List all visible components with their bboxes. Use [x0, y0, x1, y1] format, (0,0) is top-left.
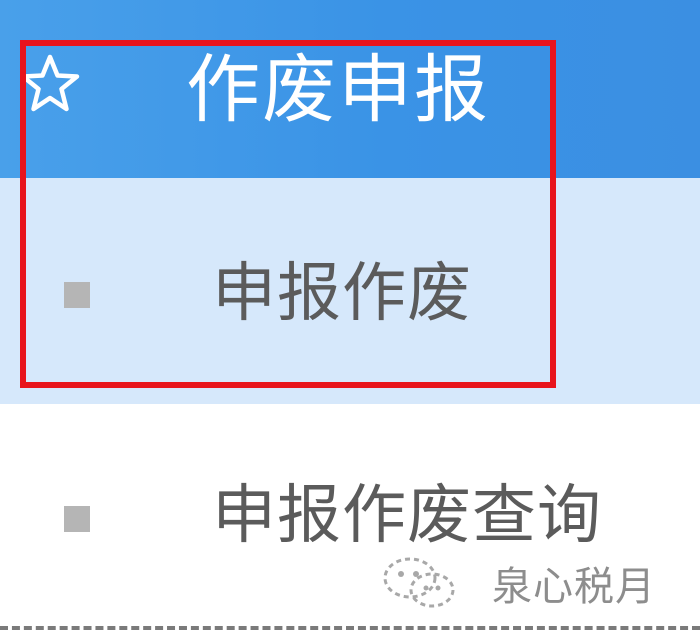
- square-bullet-icon: [64, 506, 90, 532]
- red-highlight-annotation: [20, 40, 556, 388]
- menu-item-label: 申报作废查询: [212, 479, 602, 553]
- wechat-logo-icon: [383, 557, 455, 608]
- side-menu: 作废申报 申报作废 申报作废查询 泉心税月: [0, 0, 700, 634]
- watermark-text: 泉心税月: [492, 564, 656, 610]
- dashed-divider: [0, 626, 700, 630]
- watermark: 泉心税月: [380, 548, 656, 618]
